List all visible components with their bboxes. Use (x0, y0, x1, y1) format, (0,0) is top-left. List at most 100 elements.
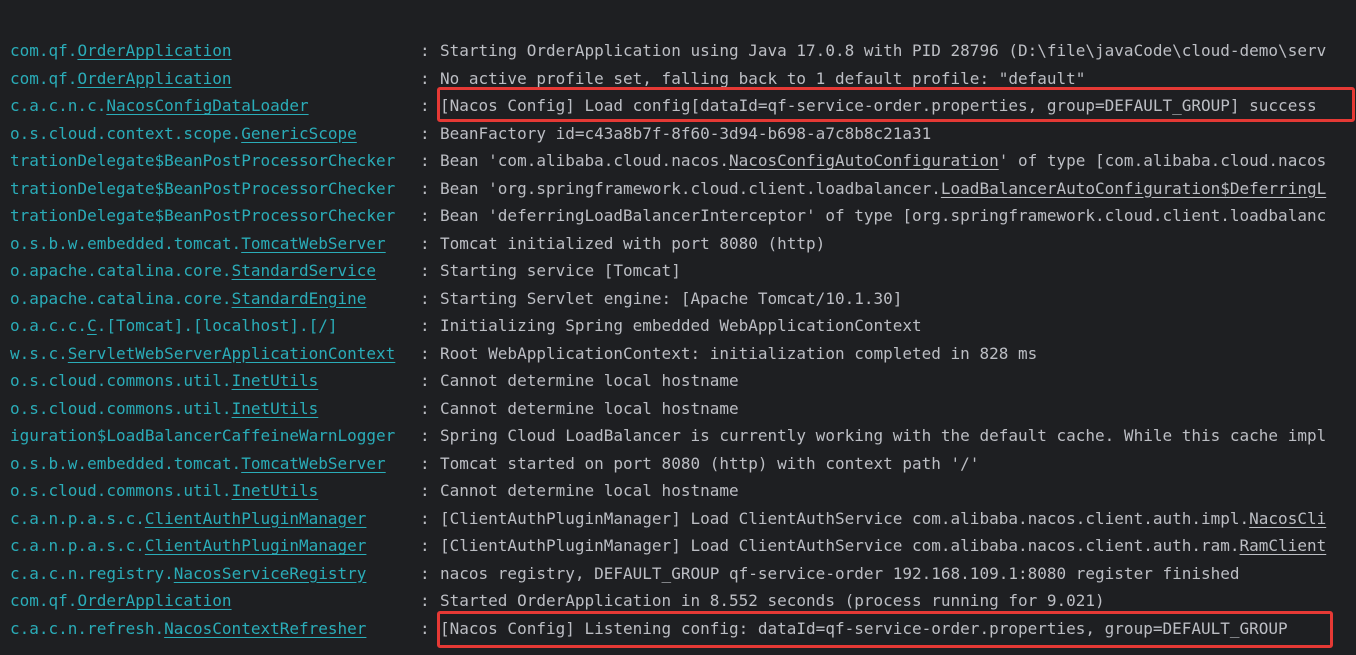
log-message-text: Bean 'com.alibaba.cloud.nacos. (440, 151, 729, 170)
logger-package: o.s.cloud.commons.util. (10, 481, 232, 500)
logger-package: o.s.cloud.context.scope. (10, 123, 242, 143)
log-separator: : (420, 536, 430, 555)
logger-class-link[interactable]: ServletWebServerApplicationContext (68, 344, 396, 363)
logger-package: o.apache.catalina.core. (10, 288, 232, 308)
log-logger-name: trationDelegate$BeanPostProcessorChecker (10, 151, 395, 171)
log-message: Tomcat initialized with port 8080 (http) (440, 233, 826, 253)
log-logger-name: iguration$LoadBalancerCaffeineWarnLogger (10, 426, 395, 446)
logger-class-link[interactable]: InetUtils (232, 399, 319, 418)
log-separator: : (420, 96, 430, 115)
log-logger-name: o.s.cloud.context.scope.GenericScope (10, 124, 357, 144)
logger-package: trationDelegate$BeanPostProcessorChecker (10, 178, 396, 198)
log-message: Spring Cloud LoadBalancer is currently w… (440, 426, 1327, 445)
log-message: Root WebApplicationContext: initializati… (440, 343, 1038, 363)
log-logger-name: c.a.n.p.a.s.c.ClientAuthPluginManager (10, 536, 366, 556)
log-separator: : (420, 343, 430, 363)
log-separator: : (420, 508, 430, 528)
log-message: [Nacos Config] Listening config: dataId=… (440, 618, 1288, 638)
console-output[interactable]: com.qf.OrderApplication: Starting OrderAp… (0, 0, 1356, 655)
logger-class-link[interactable]: ClientAuthPluginManager (145, 509, 367, 528)
logger-class-link[interactable]: C (87, 316, 97, 335)
log-separator: : (420, 371, 430, 390)
log-logger-name: c.a.c.n.refresh.NacosContextRefresher (10, 619, 366, 639)
log-separator: : (420, 618, 430, 638)
logger-class-link[interactable]: NacosConfigDataLoader (106, 96, 308, 115)
log-message: Starting OrderApplication using Java 17.… (440, 41, 1327, 60)
log-logger-name: o.s.b.w.embedded.tomcat.TomcatWebServer (10, 234, 386, 254)
log-message: Cannot determine local hostname (440, 371, 739, 390)
log-separator: : (420, 206, 430, 225)
logger-package: o.s.cloud.commons.util. (10, 398, 232, 418)
log-logger-name: com.qf.OrderApplication (10, 41, 232, 61)
log-logger-name: c.a.c.n.c.NacosConfigDataLoader (10, 96, 309, 116)
log-message: Tomcat started on port 8080 (http) with … (440, 453, 980, 473)
log-separator: : (420, 233, 430, 253)
log-message-class-link[interactable]: NacosCli (1249, 509, 1326, 528)
log-logger-name: com.qf.OrderApplication (10, 69, 232, 89)
log-separator: : (420, 288, 430, 308)
log-message-class-link[interactable]: RamClient (1240, 536, 1327, 555)
log-logger-name: o.apache.catalina.core.StandardEngine (10, 289, 366, 309)
logger-package: o.a.c.c. (10, 316, 88, 335)
log-separator: : (420, 178, 430, 198)
log-separator: : (420, 123, 430, 143)
log-message: Cannot determine local hostname (440, 481, 739, 500)
logger-class-link[interactable]: InetUtils (232, 371, 319, 390)
log-logger-name: o.apache.catalina.core.StandardService (10, 261, 376, 281)
log-message-class-link[interactable]: NacosConfigAutoConfiguration (729, 151, 999, 170)
log-logger-name: o.s.cloud.commons.util.InetUtils (10, 481, 318, 501)
log-message: No active profile set, falling back to 1… (440, 68, 1086, 88)
logger-class-link[interactable]: OrderApplication (77, 69, 231, 88)
logger-class-link[interactable]: InetUtils (232, 481, 319, 500)
logger-class-link[interactable]: ClientAuthPluginManager (145, 536, 367, 555)
logger-class-link[interactable]: OrderApplication (77, 591, 231, 610)
log-separator: : (420, 41, 430, 60)
log-message: Bean 'org.springframework.cloud.client.l… (440, 179, 1326, 199)
log-message: Bean 'deferringLoadBalancerInterceptor' … (440, 206, 1327, 225)
logger-package: iguration$LoadBalancerCaffeineWarnLogger (10, 426, 396, 445)
log-message-text: [ClientAuthPluginManager] Load ClientAut… (440, 508, 1250, 528)
logger-package: c.a.c.n.refresh. (10, 618, 165, 638)
log-separator: : (420, 261, 430, 280)
log-message-text: ' of type [com.alibaba.cloud.nacos (998, 151, 1327, 170)
log-logger-name: trationDelegate$BeanPostProcessorChecker (10, 206, 395, 226)
logger-class-link[interactable]: StandardEngine (232, 289, 367, 308)
logger-class-link[interactable]: NacosContextRefresher (164, 619, 366, 638)
log-logger-name: c.a.n.p.a.s.c.ClientAuthPluginManager (10, 509, 366, 529)
logger-class-link[interactable]: OrderApplication (77, 41, 231, 60)
logger-package: o.apache.catalina.core. (10, 261, 232, 280)
logger-package: com.qf. (10, 68, 78, 88)
log-message: Starting service [Tomcat] (440, 261, 681, 280)
log-logger-name: c.a.c.n.registry.NacosServiceRegistry (10, 564, 366, 584)
logger-package: c.a.c.n.registry. (10, 563, 174, 583)
logger-class-link[interactable]: TomcatWebServer (241, 234, 386, 253)
log-separator: : (420, 453, 430, 473)
logger-package: c.a.c.n.c. (10, 96, 107, 115)
logger-package: w.s.c. (10, 343, 68, 363)
logger-package: trationDelegate$BeanPostProcessorChecker (10, 151, 396, 170)
log-separator: : (420, 398, 430, 418)
log-message: [Nacos Config] Load config[dataId=qf-ser… (440, 96, 1317, 115)
log-logger-name: trationDelegate$BeanPostProcessorChecker (10, 179, 395, 199)
logger-class-link[interactable]: NacosServiceRegistry (174, 564, 367, 583)
log-message: Started OrderApplication in 8.552 second… (440, 591, 1105, 610)
logger-class-link[interactable]: TomcatWebServer (241, 454, 386, 473)
logger-suffix: .[Tomcat].[localhost].[/] (96, 316, 338, 335)
log-message-class-link[interactable]: LoadBalancerAutoConfiguration$DeferringL (941, 179, 1326, 198)
log-separator: : (420, 68, 430, 88)
log-logger-name: com.qf.OrderApplication (10, 591, 232, 611)
log-separator: : (420, 591, 430, 610)
logger-package: com.qf. (10, 41, 78, 60)
log-logger-name: o.a.c.c.C.[Tomcat].[localhost].[/] (10, 316, 338, 336)
log-message-text: [ClientAuthPluginManager] Load ClientAut… (440, 536, 1240, 555)
log-separator: : (420, 151, 430, 170)
logger-package: o.s.b.w.embedded.tomcat. (10, 453, 242, 473)
log-logger-name: o.s.cloud.commons.util.InetUtils (10, 371, 318, 391)
logger-package: trationDelegate$BeanPostProcessorChecker (10, 206, 396, 225)
logger-class-link[interactable]: GenericScope (241, 124, 357, 143)
log-message: Initializing Spring embedded WebApplicat… (440, 316, 922, 335)
log-separator: : (420, 481, 430, 500)
logger-package: c.a.n.p.a.s.c. (10, 536, 145, 555)
logger-class-link[interactable]: StandardService (232, 261, 377, 280)
log-message: Bean 'com.alibaba.cloud.nacos.NacosConfi… (440, 151, 1326, 171)
